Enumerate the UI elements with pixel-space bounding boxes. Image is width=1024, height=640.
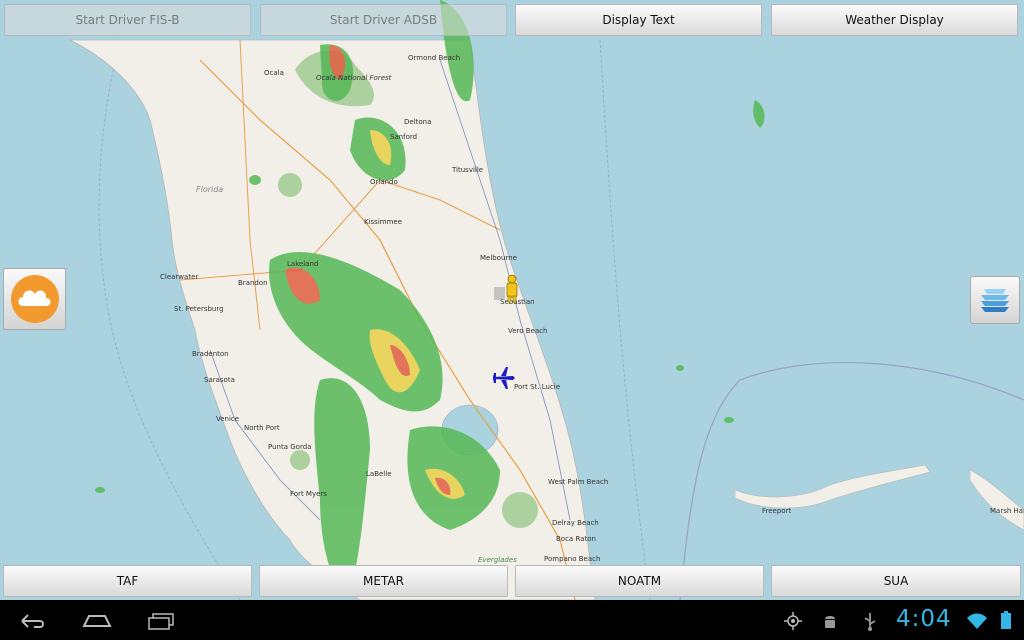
wifi-icon (967, 613, 987, 629)
map-label: Titusville (451, 166, 483, 174)
map-label: Bradenton (192, 350, 229, 358)
map-label: Vero Beach (508, 327, 547, 335)
map-label: West Palm Beach (548, 478, 608, 486)
map-label: Delray Beach (552, 519, 599, 527)
map-label: Brandon (238, 279, 268, 287)
map-label: Sebastian (500, 298, 535, 306)
map-label: Sarasota (204, 376, 235, 384)
map-label: Deltona (404, 118, 431, 126)
map-label: North Port (244, 424, 280, 432)
gps-icon (784, 612, 802, 630)
notam-button[interactable]: NOATM (515, 565, 764, 597)
map-label: Kissimmee (364, 218, 402, 226)
map-label: Everglades (478, 556, 517, 564)
map-view[interactable]: Ocala Ocala National Forest Ormond Beach… (0, 0, 1024, 600)
map-label: Melbourne (480, 254, 517, 262)
map-label: Ocala National Forest (316, 74, 392, 82)
map-label: Ormond Beach (408, 54, 460, 62)
map-label: Venice (216, 415, 239, 423)
usb-icon (864, 613, 876, 631)
map-label: Freeport (762, 507, 791, 515)
map-label: LaBelle (366, 470, 392, 478)
start-driver-adsb-button[interactable]: Start Driver ADSB (260, 4, 507, 36)
taf-button[interactable]: TAF (3, 565, 252, 597)
start-driver-fisb-button[interactable]: Start Driver FIS-B (4, 4, 251, 36)
back-icon[interactable] (18, 611, 48, 631)
map-label: Fort Myers (290, 490, 327, 498)
map-label: St. Petersburg (174, 305, 224, 313)
battery-icon (1001, 611, 1011, 629)
map-label: Marsh Harb (990, 507, 1024, 515)
layers-button[interactable] (970, 276, 1020, 324)
layers-icon (981, 289, 1009, 312)
recent-apps-icon[interactable] (145, 611, 177, 631)
map-label: Lakeland (287, 260, 318, 268)
map-label: Ocala (264, 69, 284, 77)
android-debug-icon (825, 616, 835, 628)
map-label: Florida (196, 185, 223, 194)
display-text-button[interactable]: Display Text (515, 4, 762, 36)
home-icon[interactable] (80, 611, 114, 631)
map-label: Sanford (390, 133, 417, 141)
status-clock: 4:04 (896, 606, 952, 632)
cloud-icon (11, 275, 59, 323)
sua-button[interactable]: SUA (771, 565, 1021, 597)
map-label: Punta Gorda (268, 443, 311, 451)
map-label: Pompano Beach (544, 555, 600, 563)
map-label: Orlando (370, 178, 398, 186)
system-nav-bar: 4:04 (0, 600, 1024, 640)
weather-display-button[interactable]: Weather Display (771, 4, 1018, 36)
metar-button[interactable]: METAR (259, 565, 508, 597)
map-label: Port St. Lucie (514, 383, 560, 391)
map-label: Clearwater (160, 273, 198, 281)
map-label: Boca Raton (556, 535, 596, 543)
weather-toggle-button[interactable] (3, 268, 66, 330)
